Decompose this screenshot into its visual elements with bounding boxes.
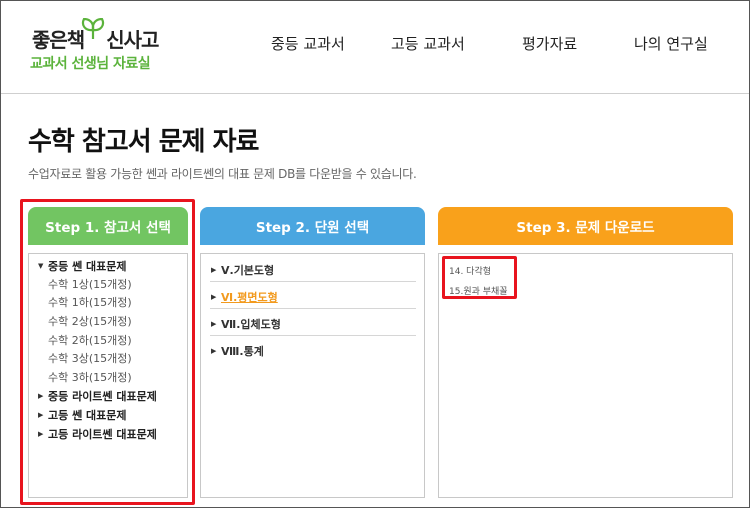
triangle-right-icon: ▶ (211, 266, 217, 274)
divider (210, 335, 416, 336)
nav-assessment-materials[interactable]: 평가자료 (522, 33, 577, 54)
unit-item[interactable]: ▶ Ⅴ.기본도형 (211, 262, 274, 278)
divider (210, 281, 416, 282)
step2-header: Step 2. 단원 선택 (200, 207, 425, 245)
triangle-right-icon: ▶ (211, 320, 217, 328)
logo-text: 좋은책 신사고 (32, 28, 159, 52)
page-description: 수업자료로 활용 가능한 쎈과 라이트쎈의 대표 문제 DB를 다운받을 수 있… (28, 167, 417, 181)
unit-item[interactable]: ▶ Ⅶ.입체도형 (211, 316, 281, 332)
logo-subtitle: 교과서 선생님 자료실 (30, 56, 151, 72)
header-divider (1, 93, 749, 94)
page-title: 수학 참고서 문제 자료 (28, 127, 259, 157)
triangle-right-icon: ▶ (211, 347, 217, 355)
highlight-box-step3 (442, 256, 517, 299)
nav-my-lab[interactable]: 나의 연구실 (634, 33, 708, 54)
divider (210, 308, 416, 309)
unit-item[interactable]: ▶ Ⅷ.통계 (211, 343, 264, 359)
logo[interactable]: 좋은책 신사고 교과서 선생님 자료실 (30, 18, 170, 76)
unit-item-active[interactable]: ▶ Ⅵ.평면도형 (211, 289, 278, 305)
nav-high-school-textbook[interactable]: 고등 교과서 (391, 33, 465, 54)
highlight-box-step1 (20, 199, 195, 505)
nav-middle-school-textbook[interactable]: 중등 교과서 (271, 33, 345, 54)
step2-unit-list: ▶ Ⅴ.기본도형 ▶ Ⅵ.평면도형 ▶ Ⅶ.입체도형 ▶ Ⅷ.통계 (200, 253, 425, 498)
step3-header: Step 3. 문제 다운로드 (438, 207, 733, 245)
triangle-right-icon: ▶ (211, 293, 217, 301)
